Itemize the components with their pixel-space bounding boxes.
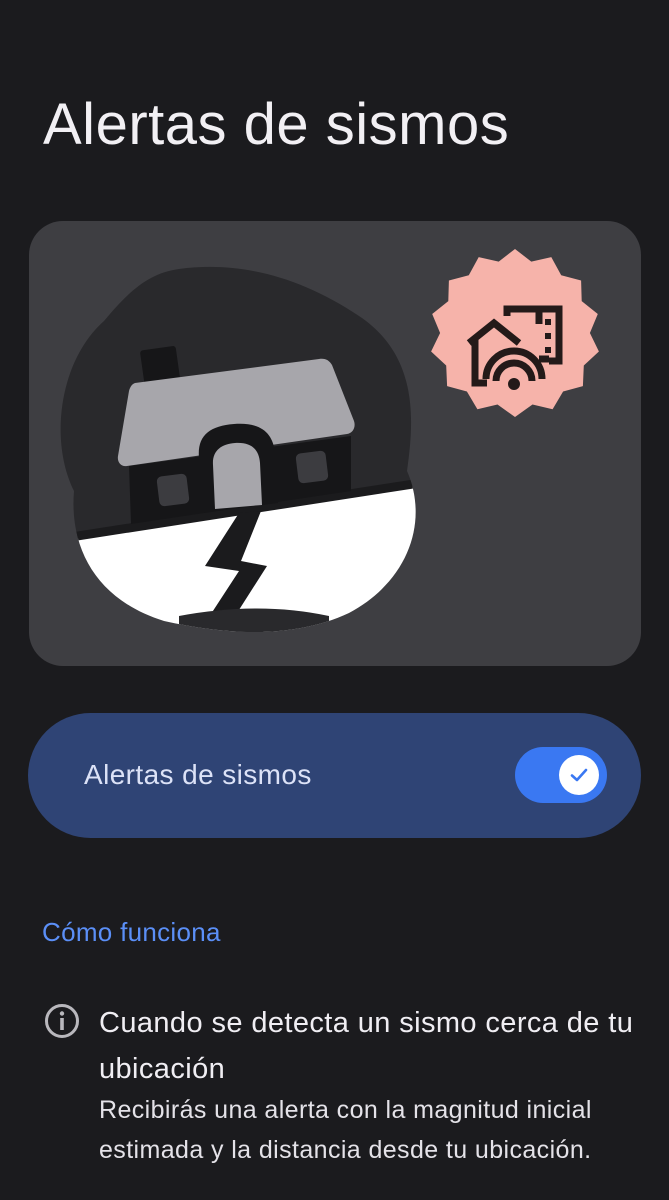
info-icon bbox=[45, 1004, 79, 1038]
how-it-works-link[interactable]: Cómo funciona bbox=[42, 917, 221, 948]
earthquake-alerts-switch[interactable] bbox=[515, 747, 607, 803]
house-shaking-icon bbox=[60, 266, 416, 632]
toggle-label: Alertas de sismos bbox=[84, 759, 312, 790]
info-body: Recibirás una alerta con la magnitud ini… bbox=[99, 1096, 592, 1164]
page-title: Alertas de sismos bbox=[43, 92, 510, 157]
home-alert-signal-icon bbox=[431, 249, 599, 417]
earthquake-alerts-toggle-row[interactable]: Alertas de sismos bbox=[28, 713, 641, 838]
switch-thumb bbox=[559, 755, 599, 795]
check-icon bbox=[570, 768, 588, 782]
info-title: Cuando se detecta un sismo cerca de tu u… bbox=[99, 1007, 634, 1085]
illustration-card bbox=[29, 221, 641, 666]
